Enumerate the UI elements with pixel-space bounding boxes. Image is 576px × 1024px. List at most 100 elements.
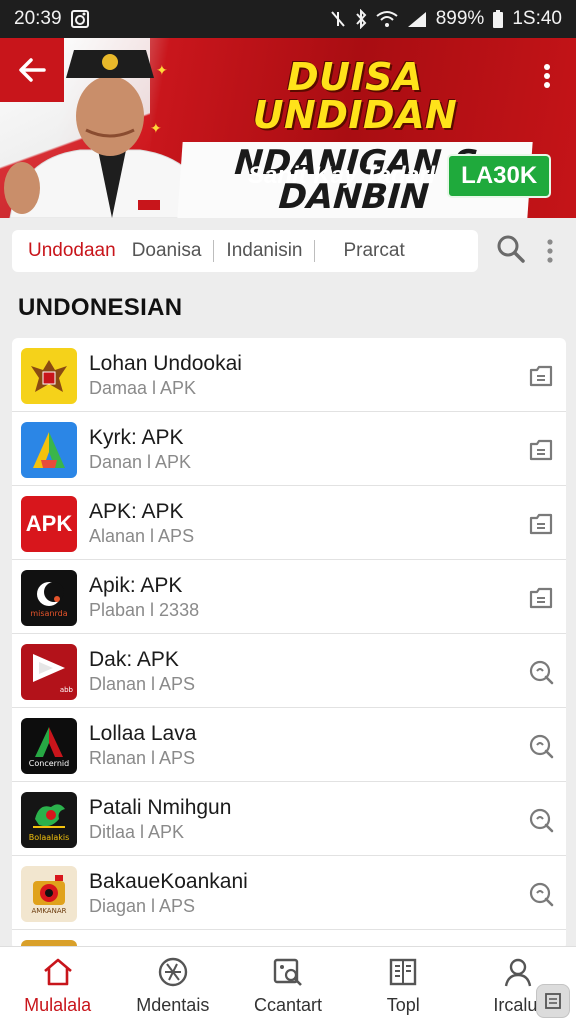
- list-item[interactable]: Bolaalakis Patali Nmihgun Ditlaa l APK: [12, 782, 566, 856]
- book-icon: [386, 955, 420, 989]
- app-subtitle: Danan l APK: [89, 452, 192, 473]
- download-icon: [529, 365, 553, 387]
- bluetooth-icon: [354, 9, 368, 29]
- wifi-icon: [376, 10, 398, 28]
- app-title: Apik: APK: [89, 574, 183, 597]
- nav-item-mdentais[interactable]: Mdentais: [115, 947, 230, 1024]
- tab-undodaan[interactable]: Undodaan: [20, 240, 124, 262]
- nav-label: Mulalala: [24, 995, 92, 1015]
- download-icon: [529, 439, 553, 461]
- sparkle-icon: ✦: [150, 120, 162, 136]
- app-subtitle: Damaa l APK: [89, 378, 197, 399]
- app-title: Patali Nmihgun: [89, 796, 232, 819]
- nav-label: Topl: [386, 995, 420, 1015]
- tab-divider: [314, 240, 316, 262]
- back-arrow-icon: [19, 58, 46, 82]
- battery-icon: [492, 9, 504, 29]
- app-list: Lohan Undookai Damaa l APK Kyrk: APK Dan…: [12, 338, 566, 950]
- nav-label: Ccantart: [253, 995, 323, 1015]
- crescent-logo-icon: misanrda: [21, 570, 77, 626]
- app-subtitle: Dlanan l APS: [89, 674, 196, 695]
- camera-logo-icon: AMKANAR: [21, 866, 77, 922]
- banner-more-button[interactable]: [532, 56, 562, 96]
- open-button[interactable]: [526, 806, 556, 834]
- list-item[interactable]: misanrda Apik: APK Plaban l 2338: [12, 560, 566, 634]
- banner-promo-text: Sanit Kay Tadarl: [248, 162, 436, 189]
- app-title: Lohan Undookai: [89, 352, 242, 375]
- banner-promo-button[interactable]: LA30K: [447, 154, 552, 198]
- sparkle-icon: ✦: [156, 62, 168, 78]
- app-icon-label: Concernid: [28, 758, 70, 768]
- tab-indanisin[interactable]: Indanisin: [218, 240, 310, 262]
- more-vertical-icon: [547, 239, 553, 263]
- list-item[interactable]: AMKANAR BakaueKoankani Diagan l APS: [12, 856, 566, 930]
- tab-prarcat[interactable]: Prarcat: [335, 240, 412, 262]
- nav-label: Mdentais: [136, 995, 210, 1015]
- open-button[interactable]: [526, 658, 556, 686]
- more-vertical-icon: [544, 64, 550, 88]
- notification-icon: [70, 9, 90, 29]
- promo-banner[interactable]: ✦ ✦ DUISA UNDIDAN NDANIGAN S DANBIN Sani…: [0, 38, 576, 218]
- list-item[interactable]: APK APK: APK Alanan l APS: [12, 486, 566, 560]
- signal-icon: [406, 10, 428, 28]
- app-title: Lollaa Lava: [89, 722, 197, 745]
- status-clock-right: 1S:40: [512, 8, 562, 29]
- search-icon: [497, 235, 525, 263]
- globe-icon: [156, 955, 190, 989]
- play-logo-icon: abb: [21, 644, 77, 700]
- tabs-more-button[interactable]: [538, 234, 562, 268]
- app-title: APK: APK: [89, 500, 184, 523]
- image-search-icon: [271, 955, 305, 989]
- banner-headline-1: DUISA UNDIDAN: [252, 55, 458, 137]
- app-subtitle: Rlanan l APS: [89, 748, 196, 769]
- open-icon: [529, 734, 554, 759]
- app-icon-label: abb: [59, 686, 73, 694]
- nav-item-ccantart[interactable]: Ccantart: [230, 947, 345, 1024]
- bird-logo-icon: Bolaalakis: [21, 792, 77, 848]
- download-button[interactable]: [526, 362, 556, 390]
- green-a-logo-icon: Concernid: [21, 718, 77, 774]
- bottom-navigation: Mulalala Mdentais Ccantart Topl Ircalur: [0, 946, 576, 1024]
- nav-item-topl[interactable]: Topl: [346, 947, 461, 1024]
- app-title: BakaueKoankani: [89, 870, 248, 893]
- download-icon: [529, 513, 553, 535]
- open-button[interactable]: [526, 880, 556, 908]
- tab-doanisa[interactable]: Doanisa: [124, 240, 210, 262]
- app-icon-label: AMKANAR: [31, 907, 67, 915]
- open-button[interactable]: [526, 732, 556, 760]
- mute-icon: [330, 10, 346, 28]
- download-button[interactable]: [526, 436, 556, 464]
- open-icon: [529, 808, 554, 833]
- download-icon: [529, 587, 553, 609]
- app-subtitle: Plaban l 2338: [89, 600, 200, 621]
- download-button[interactable]: [526, 584, 556, 612]
- app-title: Kyrk: APK: [89, 426, 184, 449]
- status-time: 20:39: [14, 8, 62, 29]
- search-button[interactable]: [494, 232, 528, 266]
- app-subtitle: Alanan l APS: [89, 526, 195, 547]
- app-title: Dak: APK: [89, 648, 179, 671]
- document-icon: [545, 993, 561, 1009]
- back-button[interactable]: [0, 38, 64, 102]
- list-item[interactable]: Kyrk: APK Danan l APK: [12, 412, 566, 486]
- app-icon-label: misanrda: [30, 608, 68, 618]
- home-icon: [41, 955, 75, 989]
- floating-action-button[interactable]: [536, 984, 570, 1018]
- battery-percent: 899%: [435, 8, 485, 29]
- tab-bar: Undodaan Doanisa Indanisin Prarcat: [0, 218, 576, 290]
- nav-item-home[interactable]: Mulalala: [0, 947, 115, 1024]
- list-item[interactable]: Concernid Lollaa Lava Rlanan l APS: [12, 708, 566, 782]
- open-icon: [529, 882, 554, 907]
- app-icon-label: Bolaalakis: [28, 832, 70, 842]
- section-title: UNDONESIAN: [18, 294, 183, 321]
- download-button[interactable]: [526, 510, 556, 538]
- open-icon: [529, 660, 554, 685]
- tab-divider: [213, 240, 215, 262]
- status-bar: 20:39 899% 1S:40: [0, 0, 576, 38]
- list-item[interactable]: Lohan Undookai Damaa l APK: [12, 338, 566, 412]
- app-icon-label: APK: [25, 511, 73, 536]
- list-item[interactable]: abb Dak: APK Dlanan l APS: [12, 634, 566, 708]
- app-subtitle: Diagan l APS: [89, 896, 196, 917]
- profile-icon: [501, 955, 535, 989]
- garuda-emblem-icon: [21, 348, 77, 404]
